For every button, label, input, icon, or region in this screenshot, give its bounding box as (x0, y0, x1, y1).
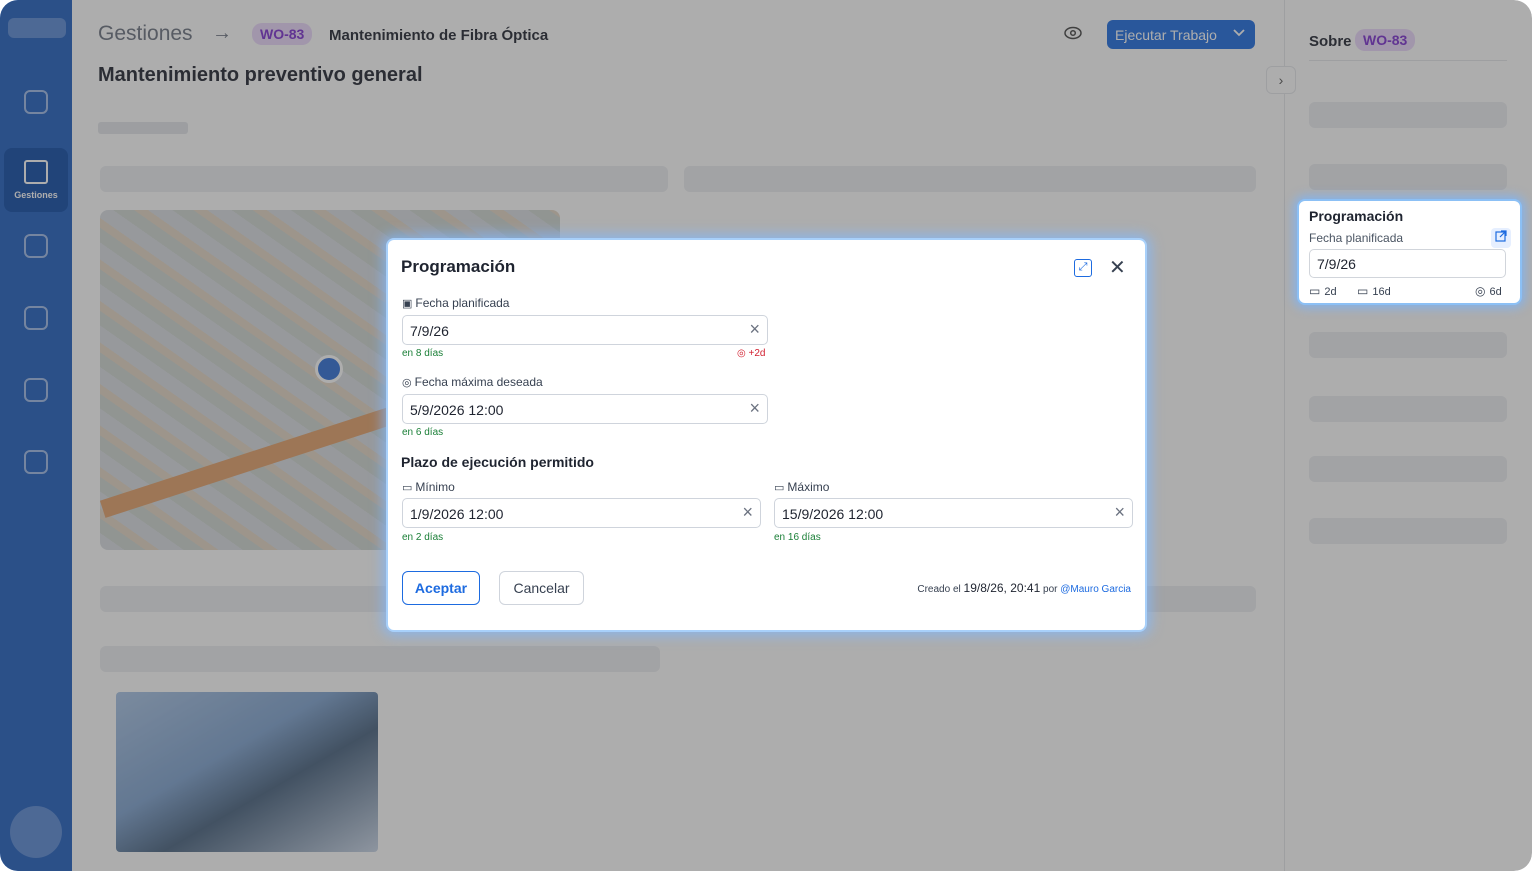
clear-icon[interactable]: × (1114, 502, 1125, 523)
modal-title: Programación (401, 257, 516, 276)
planned-date-warning: ◎ +2d (737, 348, 765, 359)
maximum-date-label: ▭ Máximo (774, 480, 829, 494)
min-window-value: 2d (1324, 286, 1337, 298)
planned-date-field[interactable]: 7/9/26 (1309, 249, 1506, 278)
planned-date-hint: en 8 días (402, 348, 444, 359)
created-by-prefix: por (1043, 584, 1058, 595)
planned-date-value: 7/9/26 (410, 323, 449, 339)
target-value: 6d (1489, 286, 1502, 298)
clear-icon[interactable]: × (742, 502, 753, 523)
planned-date-label: ▣ Fecha planificada (402, 296, 509, 310)
desired-max-date-label: ◎ Fecha máxima deseada (402, 375, 543, 389)
calendar-icon: ▭ (402, 482, 413, 494)
target-icon: ◎ (402, 377, 412, 389)
minimum-date-label-text: Mínimo (415, 480, 455, 494)
open-external-icon[interactable] (1491, 228, 1511, 248)
created-info: Creado el 19/8/26, 20:41 por @Mauro Garc… (917, 581, 1131, 595)
scheduling-card-title: Programación (1309, 208, 1404, 224)
created-date: 19/8/26, 20:41 (963, 581, 1041, 595)
max-window-value: 16d (1372, 286, 1391, 298)
min-window-meta: ▭ 2d (1309, 284, 1337, 298)
desired-max-date-label-text: Fecha máxima deseada (414, 375, 543, 389)
desired-max-date-input[interactable]: 5/9/2026 12:00 × (402, 394, 768, 424)
minimum-date-input[interactable]: 1/9/2026 12:00 × (402, 498, 761, 528)
clear-icon[interactable]: × (749, 398, 760, 419)
expand-icon[interactable]: ⤢ (1074, 259, 1092, 277)
scheduling-modal: Programación ⤢ ✕ ▣ Fecha planificada 7/9/… (386, 238, 1147, 632)
calendar-icon: ▣ (402, 298, 413, 310)
calendar-alert-icon: ▭ (1357, 284, 1369, 298)
planned-date-label: Fecha planificada (1309, 231, 1404, 245)
minimum-date-hint: en 2 días (402, 532, 444, 543)
planned-date-warning-value: +2d (748, 348, 766, 359)
maximum-date-label-text: Máximo (787, 480, 830, 494)
minimum-date-value: 1/9/2026 12:00 (410, 506, 504, 522)
minimum-date-label: ▭ Mínimo (402, 480, 455, 494)
calendar-icon: ▭ (1309, 284, 1321, 298)
execution-window-title: Plazo de ejecución permitido (401, 454, 594, 470)
maximum-date-input[interactable]: 15/9/2026 12:00 × (774, 498, 1133, 528)
calendar-alert-icon: ▭ (774, 482, 785, 494)
planned-date-input[interactable]: 7/9/26 × (402, 315, 768, 345)
target-warning-icon: ◎ (737, 348, 749, 359)
target-icon: ◎ (1475, 284, 1486, 298)
close-icon[interactable]: ✕ (1109, 255, 1126, 280)
scheduling-card: Programación Fecha planificada 7/9/26 ▭ 2… (1297, 199, 1522, 305)
max-window-meta: ▭ 16d (1357, 284, 1391, 298)
app-frame: Gestiones Gestiones → WO-83 Mantenimient… (0, 0, 1532, 871)
clear-icon[interactable]: × (749, 319, 760, 340)
cancel-button[interactable]: Cancelar (499, 571, 584, 605)
created-by-user[interactable]: @Mauro Garcia (1060, 584, 1131, 595)
accept-button[interactable]: Aceptar (402, 571, 480, 605)
maximum-date-value: 15/9/2026 12:00 (782, 506, 884, 522)
target-meta: ◎ 6d (1475, 284, 1502, 298)
maximum-date-hint: en 16 días (774, 532, 821, 543)
desired-max-date-value: 5/9/2026 12:00 (410, 402, 504, 418)
planned-date-label-text: Fecha planificada (415, 296, 510, 310)
created-prefix: Creado el (917, 584, 961, 595)
desired-max-date-hint: en 6 días (402, 427, 444, 438)
